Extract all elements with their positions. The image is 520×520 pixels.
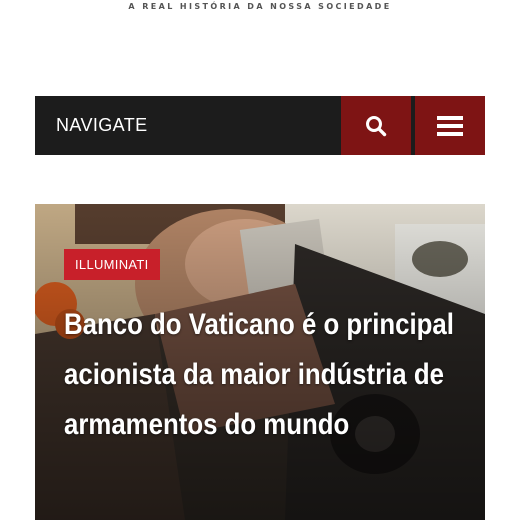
article-headline[interactable]: Banco do Vaticano é o principal acionist… — [64, 300, 460, 450]
search-icon — [366, 115, 387, 136]
search-button[interactable] — [341, 96, 411, 155]
hamburger-menu-icon — [437, 115, 463, 136]
featured-article-card[interactable]: ILLUMINATI Banco do Vaticano é o princip… — [35, 204, 485, 520]
category-badge[interactable]: ILLUMINATI — [64, 249, 160, 280]
navigate-label[interactable]: NAVIGATE — [56, 115, 341, 136]
menu-button[interactable] — [415, 96, 485, 155]
site-tagline: A REAL HISTÓRIA DA NOSSA SOCIEDADE — [128, 2, 392, 11]
navigation-bar: NAVIGATE — [35, 96, 485, 155]
